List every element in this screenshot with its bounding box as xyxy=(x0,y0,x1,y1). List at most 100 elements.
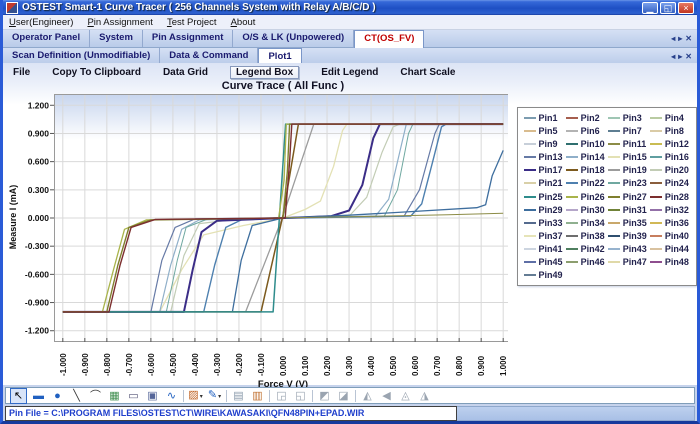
send-backward-icon[interactable]: ◱ xyxy=(293,389,308,403)
plotmenu-file[interactable]: File xyxy=(13,67,30,78)
wave-tool-icon[interactable]: ∿ xyxy=(164,389,179,403)
legend-swatch-icon xyxy=(524,274,536,276)
tab-scroll-left-icon[interactable]: ◂ xyxy=(671,52,675,61)
minimize-button[interactable]: ▁ xyxy=(642,2,658,14)
legend-item-pin27: Pin27 xyxy=(608,192,648,202)
legend-item-pin48: Pin48 xyxy=(650,257,690,267)
svg-text:0.700: 0.700 xyxy=(433,355,442,376)
legend-swatch-icon xyxy=(566,222,578,224)
svg-text:-0.400: -0.400 xyxy=(191,353,200,376)
arc-tool-icon[interactable]: ⌒ xyxy=(88,389,103,403)
fill-color-icon[interactable]: ▨▾ xyxy=(188,388,203,404)
rotate-left-icon[interactable]: ◬ xyxy=(398,389,413,403)
legend-label: Pin36 xyxy=(665,218,689,228)
legend-label: Pin9 xyxy=(539,139,558,149)
legend-item-pin30: Pin30 xyxy=(566,205,606,215)
svg-text:0.800: 0.800 xyxy=(455,355,464,376)
legend-label: Pin27 xyxy=(623,192,647,202)
legend-swatch-icon xyxy=(650,196,662,198)
legend-swatch-icon xyxy=(566,248,578,250)
toolbar-separator xyxy=(355,390,356,402)
title-bar[interactable]: OSTEST Smart-1 Curve Tracer ( 256 Channe… xyxy=(3,0,697,15)
svg-text:-0.900: -0.900 xyxy=(25,298,49,308)
menu-about[interactable]: About xyxy=(231,17,256,28)
plotmenu-data-grid[interactable]: Data Grid xyxy=(163,67,208,78)
plotmenu-legend-box[interactable]: Legend Box xyxy=(230,66,299,79)
legend-item-pin7: Pin7 xyxy=(608,126,648,136)
dropdown-arrow-icon[interactable]: ▾ xyxy=(218,394,221,400)
legend-item-pin9: Pin9 xyxy=(524,139,564,149)
tab-pin-assignment[interactable]: Pin Assignment xyxy=(143,30,233,47)
svg-text:-0.600: -0.600 xyxy=(25,269,49,279)
comment-tool-icon[interactable]: ▣ xyxy=(145,389,160,403)
legend-box[interactable]: Pin1Pin2Pin3Pin4Pin5Pin6Pin7Pin8Pin9Pin1… xyxy=(517,107,698,286)
copy-chart-icon[interactable]: ▤ xyxy=(231,389,246,403)
tab-close-icon[interactable]: ✕ xyxy=(685,52,692,61)
legend-item-pin18: Pin18 xyxy=(566,165,606,175)
tab-scroll-right-icon[interactable]: ▸ xyxy=(678,52,682,61)
tab-scroll-left-icon[interactable]: ◂ xyxy=(671,34,675,43)
legend-label: Pin15 xyxy=(623,152,647,162)
legend-swatch-icon xyxy=(650,143,662,145)
legend-item-pin32: Pin32 xyxy=(650,205,690,215)
legend-swatch-icon xyxy=(608,117,620,119)
close-button[interactable]: × xyxy=(678,2,694,14)
tab-o-s-lk-unpowered-[interactable]: O/S & LK (Unpowered) xyxy=(233,30,354,47)
zoom-out-icon[interactable]: ◪ xyxy=(336,389,351,403)
paste-chart-icon[interactable]: ▥ xyxy=(250,389,265,403)
dropdown-arrow-icon[interactable]: ▾ xyxy=(200,394,203,400)
tab-system[interactable]: System xyxy=(90,30,143,47)
line-tool-icon[interactable]: ╲ xyxy=(69,389,84,403)
svg-text:0.500: 0.500 xyxy=(389,355,398,376)
legend-label: Pin23 xyxy=(623,178,647,188)
legend-item-pin43: Pin43 xyxy=(608,244,648,254)
image-tool-icon[interactable]: ▦ xyxy=(107,389,122,403)
rectangle-tool-icon[interactable]: ▬ xyxy=(31,389,46,403)
legend-swatch-icon xyxy=(566,235,578,237)
restore-button[interactable]: ◱ xyxy=(660,2,676,14)
legend-item-pin2: Pin2 xyxy=(566,113,606,123)
rotate-right-icon[interactable]: ◮ xyxy=(417,389,432,403)
tab-operator-panel[interactable]: Operator Panel xyxy=(3,30,90,47)
flip-horizontal-icon[interactable]: ◀ xyxy=(379,389,394,403)
plotmenu-copy-to-clipboard[interactable]: Copy To Clipboard xyxy=(52,67,141,78)
legend-swatch-icon xyxy=(566,130,578,132)
plot-canvas[interactable] xyxy=(54,94,508,342)
plotmenu-chart-scale[interactable]: Chart Scale xyxy=(400,67,455,78)
legend-swatch-icon xyxy=(608,169,620,171)
main-tab-strip: Operator PanelSystemPin AssignmentO/S & … xyxy=(3,30,697,48)
legend-swatch-icon xyxy=(650,248,662,250)
legend-swatch-icon xyxy=(566,182,578,184)
ellipse-tool-icon[interactable]: ● xyxy=(50,389,65,403)
menu-test-project[interactable]: Test Project xyxy=(167,17,217,28)
legend-swatch-icon xyxy=(650,117,662,119)
legend-item-pin14: Pin14 xyxy=(566,152,606,162)
legend-item-pin36: Pin36 xyxy=(650,218,690,228)
zoom-in-icon[interactable]: ◩ xyxy=(317,389,332,403)
tab-scroll-right-icon[interactable]: ▸ xyxy=(678,34,682,43)
legend-item-pin44: Pin44 xyxy=(650,244,690,254)
bring-forward-icon[interactable]: ◲ xyxy=(274,389,289,403)
menu-pin-assignment[interactable]: Pin Assignment xyxy=(87,17,153,28)
app-window: OSTEST Smart-1 Curve Tracer ( 256 Channe… xyxy=(0,0,700,424)
legend-label: Pin16 xyxy=(665,152,689,162)
box-tool-icon[interactable]: ▭ xyxy=(126,389,141,403)
legend-label: Pin1 xyxy=(539,113,558,123)
legend-swatch-icon xyxy=(650,209,662,211)
svg-text:-0.600: -0.600 xyxy=(147,353,156,376)
svg-text:0.200: 0.200 xyxy=(323,355,332,376)
plot1-page: File Copy To Clipboard Data Grid Legend Box… xyxy=(3,63,697,385)
legend-item-pin11: Pin11 xyxy=(608,139,648,149)
menu-user-engineer-[interactable]: User(Engineer) xyxy=(9,17,73,28)
legend-item-pin37: Pin37 xyxy=(524,231,564,241)
flip-vertical-icon[interactable]: ◭ xyxy=(360,389,375,403)
menu-bar: User(Engineer) Pin Assignment Test Project… xyxy=(3,15,697,30)
plotmenu-edit-legend[interactable]: Edit Legend xyxy=(321,67,378,78)
legend-label: Pin19 xyxy=(623,165,647,175)
tab-close-icon[interactable]: ✕ xyxy=(685,34,692,43)
tab-ct-os-fv-[interactable]: CT(OS_FV) xyxy=(354,30,424,48)
legend-label: Pin42 xyxy=(581,244,605,254)
window-title: OSTEST Smart-1 Curve Tracer ( 256 Channe… xyxy=(22,2,642,13)
select-cursor-icon[interactable]: ↖ xyxy=(10,388,27,404)
line-style-icon[interactable]: ✎▾ xyxy=(207,388,222,404)
